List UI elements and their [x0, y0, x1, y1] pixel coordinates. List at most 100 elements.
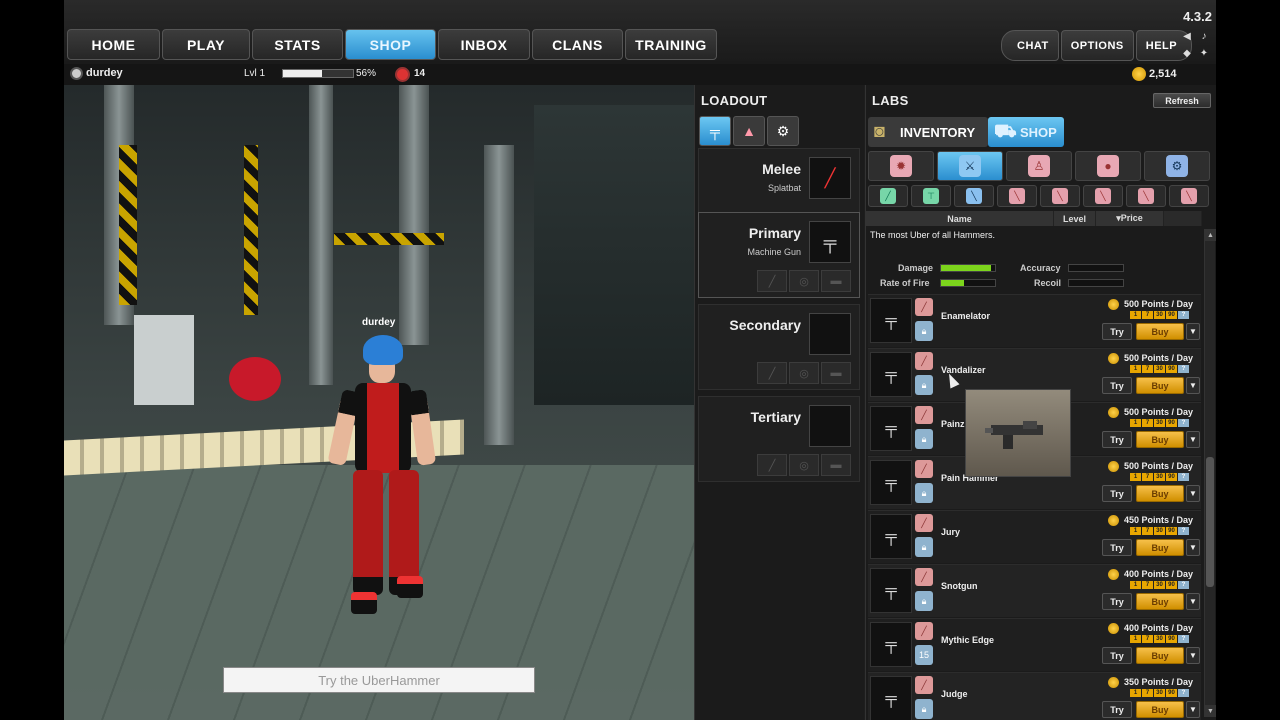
mute-icon[interactable]: ◆	[1180, 46, 1194, 60]
buy-options-dropdown[interactable]: ▼	[1186, 485, 1200, 502]
duration-option[interactable]: 7	[1142, 365, 1153, 373]
buy-button[interactable]: Buy	[1136, 485, 1184, 502]
nav-tab-stats[interactable]: STATS	[252, 29, 343, 60]
duration-option[interactable]: 7	[1142, 689, 1153, 697]
sound-icon[interactable]: ◀	[1180, 29, 1194, 43]
settings-icon[interactable]: ✦	[1197, 46, 1211, 60]
chat-button[interactable]: CHAT	[1001, 30, 1059, 61]
subtab-hammer[interactable]: ⊤	[911, 185, 951, 207]
inventory-tab[interactable]: ◙ INVENTORY	[868, 117, 988, 147]
duration-option[interactable]: ?	[1178, 473, 1189, 481]
nav-tab-play[interactable]: PLAY	[162, 29, 250, 60]
buy-options-dropdown[interactable]: ▼	[1186, 539, 1200, 556]
duration-option[interactable]: ?	[1178, 581, 1189, 589]
shop-item-row[interactable]: ╤ ╱ 🔒︎ Judge 350 Points / Day 1 7 30 90? Try Buy ▼	[868, 672, 1201, 720]
buy-options-dropdown[interactable]: ▼	[1186, 431, 1200, 448]
item-thumbnail[interactable]: ╤	[870, 298, 912, 343]
duration-option[interactable]: 7	[1142, 635, 1153, 643]
options-button[interactable]: OPTIONS	[1060, 30, 1134, 61]
nav-tab-clans[interactable]: CLANS	[532, 29, 623, 60]
subtab-melee[interactable]: ╱	[868, 185, 908, 207]
category-character[interactable]: ♙	[1006, 151, 1072, 181]
try-button[interactable]: Try	[1102, 431, 1132, 448]
buy-options-dropdown[interactable]: ▼	[1186, 377, 1200, 394]
scroll-thumb[interactable]	[1206, 457, 1214, 587]
mod-blade-icon[interactable]: ╱	[757, 362, 787, 384]
duration-option[interactable]: 7	[1142, 473, 1153, 481]
try-button[interactable]: Try	[1102, 323, 1132, 340]
duration-option[interactable]: 1	[1130, 419, 1141, 427]
try-button[interactable]: Try	[1102, 485, 1132, 502]
subtab-sniper[interactable]: ╲	[1126, 185, 1166, 207]
nav-tab-home[interactable]: HOME	[67, 29, 160, 60]
duration-option[interactable]: 30	[1154, 527, 1165, 535]
slot-weapon-box[interactable]	[809, 313, 851, 355]
item-thumbnail[interactable]: ╤	[870, 676, 912, 720]
duration-option[interactable]: 7	[1142, 311, 1153, 319]
buy-button[interactable]: Buy	[1136, 539, 1184, 556]
shop-item-row[interactable]: ╤ ╱ 🔒︎ Snotgun 400 Points / Day 1 7 30 90? Try Buy…	[868, 564, 1201, 617]
category-items[interactable]: ●	[1075, 151, 1141, 181]
buy-button[interactable]: Buy	[1136, 431, 1184, 448]
try-button[interactable]: Try	[1102, 593, 1132, 610]
item-thumbnail[interactable]: ╤	[870, 352, 912, 397]
try-button[interactable]: Try	[1102, 701, 1132, 718]
duration-option[interactable]: 90	[1166, 365, 1177, 373]
duration-option[interactable]: 7	[1142, 419, 1153, 427]
duration-option[interactable]: 7	[1142, 527, 1153, 535]
mod-scope-icon[interactable]: ◎	[789, 362, 819, 384]
mod-ammo-icon[interactable]: ▬	[821, 362, 851, 384]
subtab-heavy[interactable]: ╲	[1169, 185, 1209, 207]
mod-blade-icon[interactable]: ╱	[757, 270, 787, 292]
try-button[interactable]: Try	[1102, 647, 1132, 664]
game-viewport[interactable]: durdey Try the UberHammer	[64, 85, 694, 720]
mod-scope-icon[interactable]: ◎	[789, 270, 819, 292]
loadout-slot-secondary[interactable]: Secondary ╱ ◎ ▬	[698, 304, 860, 390]
slot-weapon-box[interactable]: ╱	[809, 157, 851, 199]
mod-scope-icon[interactable]: ◎	[789, 454, 819, 476]
shop-item-row[interactable]: ╤ ╱ 15 Mythic Edge 400 Points / Day 1 7 30 90? Tr…	[868, 618, 1201, 671]
duration-option[interactable]: 90	[1166, 527, 1177, 535]
category-weapons[interactable]: ⚔	[937, 151, 1003, 181]
duration-option[interactable]: 1	[1130, 635, 1141, 643]
duration-option[interactable]: 1	[1130, 365, 1141, 373]
music-icon[interactable]: ♪	[1197, 29, 1211, 43]
refresh-button[interactable]: Refresh	[1153, 93, 1211, 108]
duration-option[interactable]: 30	[1154, 311, 1165, 319]
try-button[interactable]: Try	[1102, 539, 1132, 556]
gear-tab[interactable]: ⚙	[767, 116, 799, 146]
subtab-shotgun[interactable]: ╲	[1040, 185, 1080, 207]
item-thumbnail[interactable]: ╤	[870, 460, 912, 505]
subtab-rifle[interactable]: ╲	[997, 185, 1037, 207]
slot-weapon-box[interactable]	[809, 405, 851, 447]
buy-options-dropdown[interactable]: ▼	[1186, 647, 1200, 664]
duration-option[interactable]: ?	[1178, 689, 1189, 697]
duration-option[interactable]: ?	[1178, 527, 1189, 535]
nav-tab-inbox[interactable]: INBOX	[438, 29, 530, 60]
armor-tab[interactable]: ▲	[733, 116, 765, 146]
buy-options-dropdown[interactable]: ▼	[1186, 323, 1200, 340]
category-special[interactable]: ✹	[868, 151, 934, 181]
duration-option[interactable]: ?	[1178, 311, 1189, 319]
duration-option[interactable]: 90	[1166, 473, 1177, 481]
duration-option[interactable]: 90	[1166, 581, 1177, 589]
category-gear[interactable]: ⚙	[1144, 151, 1210, 181]
shop-item-row[interactable]: ╤ ╱ 🔒︎ Jury 450 Points / Day 1 7 30 90? Try Buy ▼	[868, 510, 1201, 563]
buy-button[interactable]: Buy	[1136, 323, 1184, 340]
weapons-tab[interactable]: ╤	[699, 116, 731, 146]
duration-option[interactable]: 30	[1154, 635, 1165, 643]
buy-button[interactable]: Buy	[1136, 593, 1184, 610]
col-price[interactable]: ▾Price	[1096, 211, 1164, 226]
duration-option[interactable]: 90	[1166, 419, 1177, 427]
duration-option[interactable]: 1	[1130, 311, 1141, 319]
mod-blade-icon[interactable]: ╱	[757, 454, 787, 476]
buy-button[interactable]: Buy	[1136, 377, 1184, 394]
subtab-pistol[interactable]: ╲	[954, 185, 994, 207]
try-button[interactable]: Try	[1102, 377, 1132, 394]
loadout-slot-primary[interactable]: Primary Machine Gun ╤ ╱ ◎ ▬	[698, 212, 860, 298]
duration-option[interactable]: ?	[1178, 365, 1189, 373]
col-level[interactable]: Level	[1054, 211, 1096, 226]
item-list-scrollbar[interactable]: ▲ ▼	[1204, 229, 1216, 717]
duration-option[interactable]: 7	[1142, 581, 1153, 589]
item-thumbnail[interactable]: ╤	[870, 406, 912, 451]
